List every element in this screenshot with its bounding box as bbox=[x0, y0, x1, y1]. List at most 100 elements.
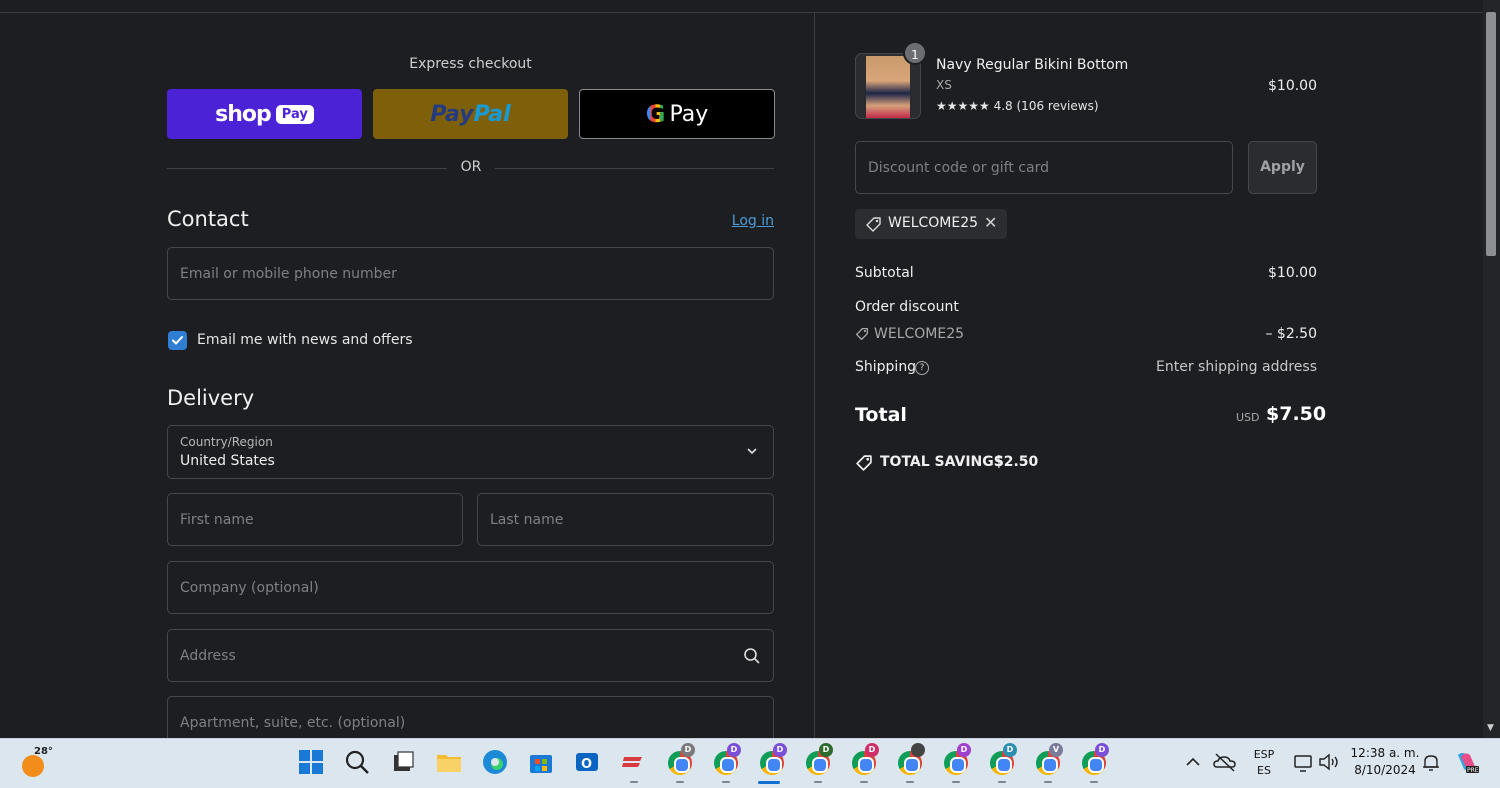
shipping-label: Shipping bbox=[855, 359, 917, 375]
or-line-left bbox=[167, 168, 447, 169]
shop-pay-logo: shop bbox=[215, 101, 272, 127]
weather-widget[interactable]: 28° bbox=[20, 746, 53, 777]
chrome-profile-icon[interactable] bbox=[896, 743, 925, 783]
onedrive-offline-icon[interactable] bbox=[1212, 749, 1240, 777]
quantity-badge: 1 bbox=[903, 41, 927, 65]
total-savings-label: TOTAL SAVINGS bbox=[880, 454, 1004, 470]
order-discount-value: – $2.50 bbox=[1265, 326, 1317, 342]
google-pay-button[interactable]: G Pay bbox=[579, 89, 775, 139]
apply-button[interactable]: Apply bbox=[1248, 141, 1317, 194]
contact-title: Contact bbox=[167, 207, 249, 231]
google-pay-label: Pay bbox=[669, 101, 709, 127]
notification-bell-icon[interactable] bbox=[1418, 749, 1446, 777]
chrome-profile-icon[interactable]: D bbox=[804, 743, 833, 783]
address-field[interactable]: Address bbox=[167, 629, 774, 682]
paypal-button[interactable]: Pay Pal bbox=[373, 89, 568, 139]
applied-code-chip: WELCOME25 ✕ bbox=[855, 209, 1007, 239]
scrollbar-thumb[interactable] bbox=[1486, 12, 1496, 256]
system-clock[interactable]: 12:38 a. m. 8/10/2024 bbox=[1350, 745, 1420, 779]
language-indicator[interactable]: ESP ES bbox=[1248, 747, 1280, 779]
or-separator: OR bbox=[167, 158, 774, 178]
search-icon[interactable] bbox=[344, 749, 372, 777]
remove-code-close-icon[interactable]: ✕ bbox=[984, 213, 997, 232]
product-name: Navy Regular Bikini Bottom bbox=[936, 57, 1129, 73]
last-name-field[interactable]: Last name bbox=[477, 493, 774, 546]
chrome-profile-icon[interactable]: D bbox=[942, 743, 971, 783]
checkout-page: Express checkout shop Pay Pay Pal G Pay O… bbox=[0, 0, 1500, 738]
microsoft-store-icon[interactable] bbox=[528, 749, 556, 777]
chrome-profile-icon[interactable]: V bbox=[1034, 743, 1063, 783]
express-checkout-title: Express checkout bbox=[409, 56, 532, 72]
apartment-field[interactable]: Apartment, suite, etc. (optional) bbox=[167, 696, 774, 738]
delivery-title: Delivery bbox=[167, 386, 255, 410]
start-windows-icon[interactable] bbox=[298, 749, 326, 777]
subtotal-value: $10.00 bbox=[1268, 265, 1317, 281]
copilot-icon[interactable]: PRE bbox=[1454, 749, 1482, 777]
chrome-profile-icon[interactable]: D bbox=[988, 743, 1017, 783]
header-divider bbox=[0, 12, 1483, 13]
news-checkbox-label[interactable]: Email me with news and offers bbox=[197, 332, 413, 348]
svg-text:PRE: PRE bbox=[1467, 767, 1479, 774]
last-name-placeholder: Last name bbox=[490, 512, 564, 528]
email-field[interactable]: Email or mobile phone number bbox=[167, 247, 774, 300]
scroll-down-arrow-icon[interactable]: ▼ bbox=[1487, 723, 1494, 733]
discount-code-field[interactable]: Discount code or gift card bbox=[855, 141, 1233, 194]
profile-avatar bbox=[911, 743, 925, 757]
volume-icon[interactable] bbox=[1316, 749, 1344, 777]
chrome-profile-icon[interactable]: D bbox=[758, 743, 787, 783]
running-indicator bbox=[722, 781, 730, 783]
country-select[interactable]: Country/Region United States bbox=[167, 425, 774, 479]
running-indicator bbox=[814, 781, 822, 783]
google-g-icon: G bbox=[645, 100, 666, 128]
email-placeholder: Email or mobile phone number bbox=[180, 266, 397, 282]
news-checkbox[interactable] bbox=[168, 331, 187, 350]
order-discount-code: WELCOME25 bbox=[874, 326, 965, 342]
chrome-profile-icon[interactable]: D bbox=[1080, 743, 1109, 783]
shop-pay-pill: Pay bbox=[275, 104, 314, 124]
network-icon[interactable] bbox=[1290, 749, 1318, 777]
chrome-profile-icon[interactable]: D bbox=[712, 743, 741, 783]
savings-tag-icon bbox=[856, 455, 872, 471]
tag-icon bbox=[866, 217, 881, 232]
order-discount-label: Order discount bbox=[855, 299, 959, 315]
task-view-icon[interactable] bbox=[390, 749, 418, 777]
chrome-profile-icon[interactable]: D bbox=[850, 743, 879, 783]
company-placeholder: Company (optional) bbox=[180, 580, 319, 596]
column-divider bbox=[814, 13, 815, 738]
running-indicator bbox=[860, 781, 868, 783]
product-variant: XS bbox=[936, 78, 952, 92]
profile-avatar: D bbox=[1095, 743, 1109, 757]
paypal-logo-pay: Pay bbox=[430, 101, 474, 127]
company-field[interactable]: Company (optional) bbox=[167, 561, 774, 614]
checkmark-icon bbox=[172, 336, 183, 345]
chrome-profile-icon[interactable]: D bbox=[666, 743, 695, 783]
running-indicator bbox=[1090, 781, 1098, 783]
profile-avatar: D bbox=[819, 743, 833, 757]
total-currency: USD bbox=[1236, 411, 1260, 424]
profile-avatar: D bbox=[865, 743, 879, 757]
search-icon bbox=[744, 648, 760, 664]
expressvpn-icon[interactable] bbox=[620, 749, 648, 783]
profile-avatar: D bbox=[681, 743, 695, 757]
clock-time: 12:38 a. m. bbox=[1350, 746, 1420, 760]
product-rating: ★★★★★ 4.8 (106 reviews) bbox=[936, 99, 1099, 113]
address-placeholder: Address bbox=[180, 648, 236, 664]
edge-browser-icon[interactable] bbox=[482, 749, 510, 777]
first-name-placeholder: First name bbox=[180, 512, 254, 528]
shop-pay-button[interactable]: shop Pay bbox=[167, 89, 362, 139]
first-name-field[interactable]: First name bbox=[167, 493, 463, 546]
login-link[interactable]: Log in bbox=[700, 213, 774, 229]
shipping-value: Enter shipping address bbox=[1156, 359, 1317, 375]
total-label: Total bbox=[855, 404, 907, 426]
shipping-help-icon[interactable]: ? bbox=[915, 361, 929, 375]
outlook-icon[interactable]: O bbox=[574, 749, 602, 777]
profile-avatar: D bbox=[773, 743, 787, 757]
language-code: ESP bbox=[1253, 748, 1275, 761]
keyboard-layout: ES bbox=[1257, 764, 1271, 777]
clock-date: 8/10/2024 bbox=[1354, 763, 1416, 777]
total-savings-value: $2.50 bbox=[994, 454, 1039, 470]
country-label: Country/Region bbox=[180, 435, 273, 449]
show-hidden-icons-chevron-up-icon[interactable] bbox=[1180, 749, 1208, 777]
or-line-right bbox=[495, 168, 774, 169]
file-explorer-icon[interactable] bbox=[436, 749, 464, 777]
